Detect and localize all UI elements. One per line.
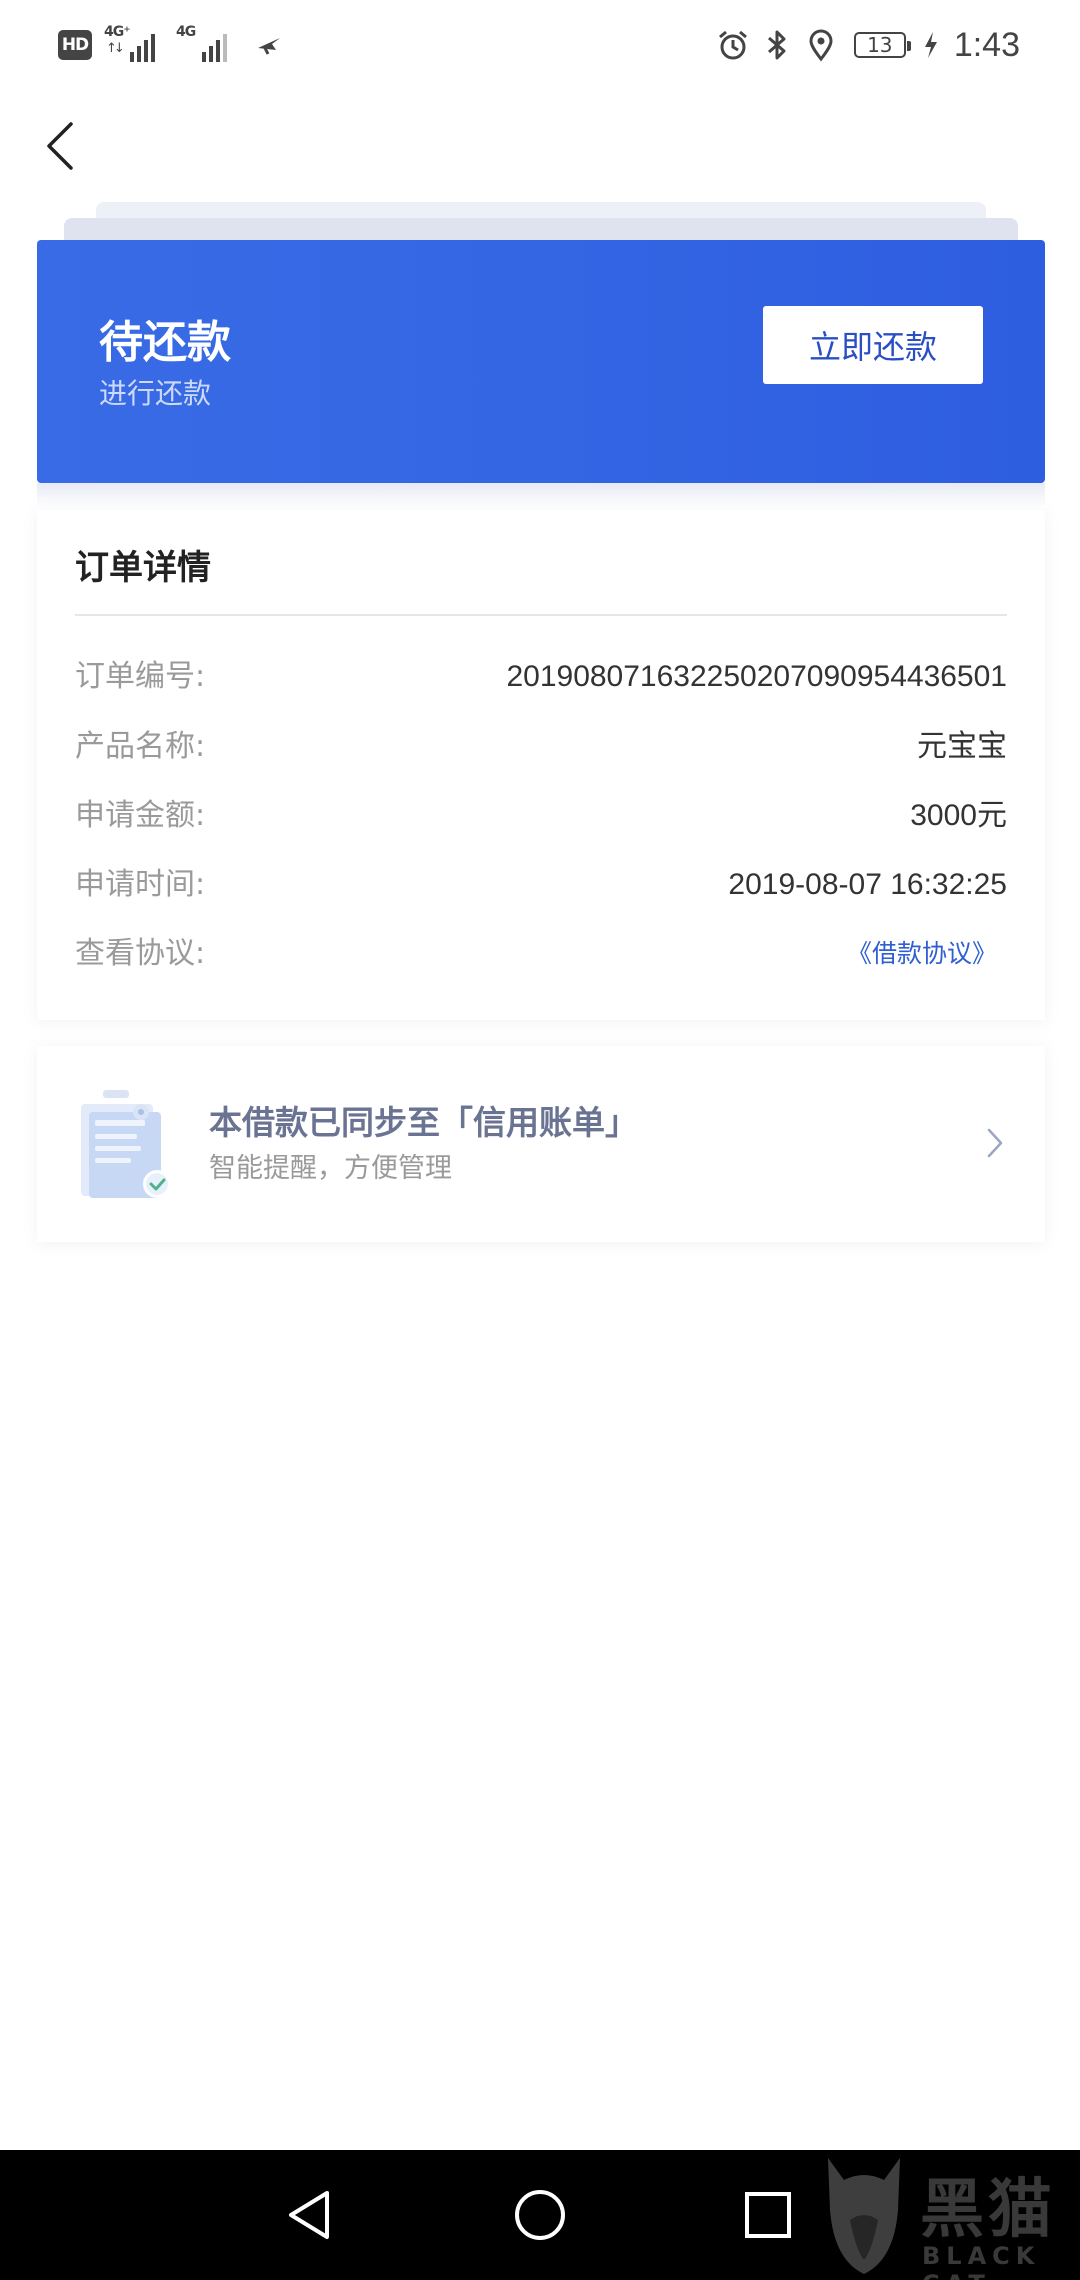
product-name-value: 元宝宝 xyxy=(917,730,1007,763)
document-check-icon xyxy=(81,1090,171,1198)
chevron-left-icon xyxy=(47,122,73,170)
battery-icon: 13 xyxy=(853,32,911,58)
signal-indicator-1: 4G⁺ ↑↓ xyxy=(104,22,164,68)
bluetooth-icon xyxy=(767,30,786,60)
section-title: 订单详情 xyxy=(75,548,211,588)
network-label-2: 4G xyxy=(176,24,196,40)
detail-label: 申请金额: xyxy=(75,798,206,833)
network-label-1: 4G⁺ xyxy=(104,24,131,40)
detail-label: 查看协议: xyxy=(75,936,206,971)
order-number-value: 201908071632250207090954436501 xyxy=(506,660,1007,693)
order-details-card: 订单详情 订单编号: 20190807163225020709095443650… xyxy=(37,510,1045,1020)
signal-bars-icon xyxy=(130,34,155,62)
repayment-status-card: 待还款 进行还款 立即还款 xyxy=(37,240,1045,483)
charging-icon xyxy=(924,32,937,58)
detail-row-order-number: 订单编号: 201908071632250207090954436501 xyxy=(75,652,1007,702)
hd-badge: HD xyxy=(58,30,92,60)
signal-indicator-2: 4G xyxy=(176,22,236,68)
back-triangle-icon xyxy=(289,2191,329,2239)
credit-bill-sync-banner[interactable]: 本借款已同步至「信用账单」 智能提醒，方便管理 xyxy=(37,1046,1045,1242)
black-cat-watermark: 黑猫 BLACK CAT xyxy=(810,2150,1080,2280)
chevron-right-icon xyxy=(987,1128,1003,1158)
status-bar-right: 13 1:43 xyxy=(716,22,1020,68)
loan-agreement-link[interactable]: 《借款协议》 xyxy=(847,929,997,979)
nav-back-button[interactable] xyxy=(274,2180,344,2250)
status-bar-left: HD 4G⁺ ↑↓ 4G xyxy=(58,22,284,68)
detail-row-apply-time: 申请时间: 2019-08-07 16:32:25 xyxy=(75,860,1007,910)
amount-value: 3000元 xyxy=(910,799,1007,832)
detail-row-amount: 申请金额: 3000元 xyxy=(75,791,1007,841)
clock: 1:43 xyxy=(953,25,1020,64)
data-arrows: ↑↓ xyxy=(106,41,125,56)
status-subtitle: 进行还款 xyxy=(99,377,212,410)
network-speed-icon xyxy=(258,38,280,55)
repay-now-button[interactable]: 立即还款 xyxy=(763,306,983,384)
battery-level: 13 xyxy=(867,33,893,57)
watermark-text: 黑猫 xyxy=(920,2173,1056,2247)
detail-label: 产品名称: xyxy=(75,729,206,764)
status-title: 待还款 xyxy=(99,317,231,368)
back-button[interactable] xyxy=(36,118,84,174)
recents-square-icon xyxy=(745,2192,791,2238)
status-bar: HD 4G⁺ ↑↓ 4G 13 1:43 xyxy=(0,0,1080,92)
divider xyxy=(75,614,1007,616)
detail-row-product-name: 产品名称: 元宝宝 xyxy=(75,722,1007,772)
detail-row-agreement: 查看协议: 《借款协议》 xyxy=(75,929,1007,979)
card-shadow xyxy=(37,483,1045,507)
screen: HD 4G⁺ ↑↓ 4G 13 1:43 待还款 进行还款 立即还款 订单详情 … xyxy=(0,0,1080,2280)
watermark-subtext: BLACK CAT xyxy=(922,2242,1041,2280)
alarm-icon xyxy=(718,30,747,60)
apply-time-value: 2019-08-07 16:32:25 xyxy=(728,868,1007,901)
nav-recents-button[interactable] xyxy=(733,2180,803,2250)
detail-label: 订单编号: xyxy=(75,659,206,694)
sync-title: 本借款已同步至「信用账单」 xyxy=(209,1103,638,1142)
cat-logo-icon xyxy=(828,2158,900,2274)
detail-label: 申请时间: xyxy=(75,867,206,902)
signal-bars-icon xyxy=(202,34,227,62)
home-circle-icon xyxy=(515,2190,565,2240)
nav-home-button[interactable] xyxy=(505,2180,575,2250)
sync-subtitle: 智能提醒，方便管理 xyxy=(209,1153,452,1184)
location-icon xyxy=(809,29,833,62)
